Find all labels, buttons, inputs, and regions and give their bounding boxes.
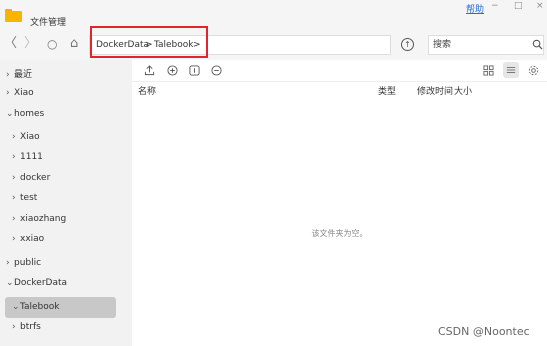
sidebar-item-label: test	[20, 193, 38, 203]
sidebar-item-1111[interactable]: › 1111	[12, 152, 43, 162]
help-link[interactable]: 帮助	[466, 2, 484, 15]
add-icon[interactable]	[167, 65, 178, 76]
maximize-button[interactable]: □	[514, 1, 523, 11]
sidebar-item-label: homes	[14, 109, 45, 119]
column-header-name[interactable]: 名称	[138, 84, 156, 97]
sidebar-item-label: xxiao	[20, 234, 45, 244]
chevron-right-icon: ›	[12, 132, 16, 142]
chevron-right-icon: ›	[12, 193, 16, 203]
info-icon[interactable]	[189, 65, 200, 76]
search-icon[interactable]	[532, 39, 543, 50]
chevron-right-icon: ›	[12, 234, 16, 244]
chevron-down-icon: ⌄	[6, 109, 14, 119]
sidebar-item-homes[interactable]: ⌄homes	[6, 109, 44, 119]
sidebar-item-label: Talebook	[20, 302, 60, 312]
breadcrumb-segment-dockerdata[interactable]: DockerData	[96, 40, 149, 50]
settings-gear-icon[interactable]	[528, 65, 539, 76]
refresh-button[interactable]: ○	[47, 37, 57, 51]
sidebar-tree: › 最近 › Xiao ⌄homes › Xiao › 1111 › docker › te…	[0, 60, 132, 346]
chevron-down-icon: ⌄	[6, 278, 14, 288]
more-options-icon[interactable]	[211, 65, 222, 76]
sidebar-item-label: docker	[20, 173, 51, 183]
sidebar-item-label: DockerData	[14, 278, 68, 288]
app-title: 文件管理	[30, 18, 67, 28]
title-bar: 文件管理 帮助 − □ ×	[0, 0, 547, 30]
sidebar-item-recent[interactable]: › 最近	[6, 67, 32, 80]
forward-button[interactable]: 〉	[24, 37, 37, 51]
upload-button[interactable]: ↑	[401, 38, 414, 51]
breadcrumb-segment-talebook[interactable]: Talebook	[154, 40, 194, 50]
sidebar-item-talebook[interactable]: ⌄Talebook	[12, 302, 60, 312]
empty-folder-message: 该文件夹为空。	[311, 229, 368, 238]
sidebar-item-xiao[interactable]: › Xiao	[6, 88, 34, 98]
breadcrumb-separator: >	[193, 40, 201, 50]
sidebar-item-docker[interactable]: › docker	[12, 173, 50, 183]
sidebar-item-xiaozhang[interactable]: › xiaozhang	[12, 214, 66, 224]
watermark: CSDN @Noontec	[438, 325, 530, 338]
sidebar-item-label: 最近	[14, 70, 33, 80]
sidebar-item-label: Xiao	[14, 88, 34, 98]
home-button[interactable]: ⌂	[70, 37, 78, 51]
column-header-size[interactable]: 大小	[454, 84, 472, 97]
sidebar-item-xxiao[interactable]: › xxiao	[12, 234, 44, 244]
sidebar-item-dockerdata[interactable]: ⌄DockerData	[6, 278, 67, 288]
sidebar-item-label: Xiao	[20, 132, 40, 142]
folder-app-icon	[5, 9, 22, 22]
chevron-right-icon: ›	[6, 88, 10, 98]
chevron-right-icon: ›	[12, 322, 16, 332]
list-view-icon	[506, 67, 516, 73]
sidebar-item-homes-xiao[interactable]: › Xiao	[12, 132, 40, 142]
chevron-right-icon: ›	[6, 258, 10, 268]
sidebar-item-label: 1111	[20, 152, 43, 162]
sidebar-item-label: public	[14, 258, 42, 268]
minimize-button[interactable]: −	[491, 1, 499, 11]
file-list-panel: 名称 类型 修改时间 大小 该文件夹为空。	[132, 60, 547, 346]
sidebar-item-public[interactable]: › public	[6, 258, 41, 268]
breadcrumb-separator: >	[145, 40, 153, 50]
search-box[interactable]	[428, 35, 544, 55]
chevron-right-icon: ›	[12, 173, 16, 183]
chevron-right-icon: ›	[12, 152, 16, 162]
list-view-button[interactable]	[503, 62, 519, 78]
close-button[interactable]: ×	[536, 1, 544, 11]
chevron-right-icon: ›	[6, 70, 10, 80]
column-header-modified[interactable]: 修改时间	[417, 84, 453, 97]
navigation-toolbar: 〈 〉 ○ ⌂ DockerData > Talebook > ↑	[0, 30, 547, 60]
sidebar-item-label: xiaozhang	[20, 214, 67, 224]
back-button[interactable]: 〈	[4, 37, 17, 51]
grid-view-icon[interactable]	[483, 65, 494, 76]
chevron-right-icon: ›	[12, 214, 16, 224]
breadcrumb[interactable]: DockerData > Talebook >	[89, 35, 391, 55]
column-header-type[interactable]: 类型	[378, 84, 396, 97]
upload-icon[interactable]	[144, 65, 155, 76]
search-input[interactable]	[433, 39, 523, 51]
sidebar-item-label: btrfs	[20, 322, 41, 332]
sidebar-item-btrfs[interactable]: › btrfs	[12, 322, 41, 332]
sidebar-item-test[interactable]: › test	[12, 193, 37, 203]
file-action-bar	[132, 60, 547, 82]
chevron-down-icon: ⌄	[12, 302, 20, 312]
